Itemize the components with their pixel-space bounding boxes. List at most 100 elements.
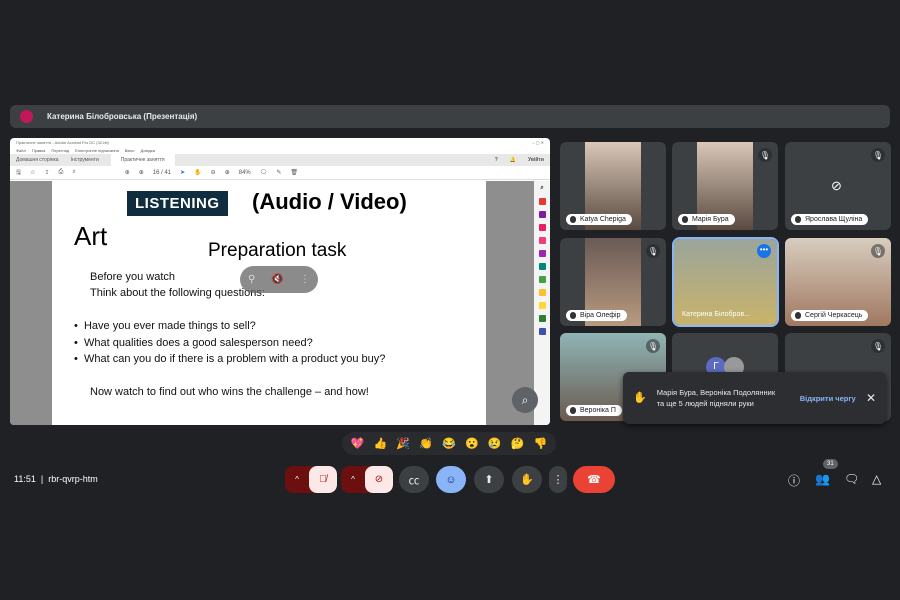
reaction-sad[interactable]: 😢 (488, 437, 502, 450)
present-button[interactable]: ⬆ (474, 466, 504, 493)
presentation-stage: Практичне заняття - Adobe Acrobat Pro DC… (10, 138, 550, 425)
more-options-icon[interactable]: ⋮ (300, 274, 310, 285)
people-icon[interactable]: 👥 (815, 472, 830, 486)
reaction-laugh[interactable]: 😂 (442, 437, 456, 450)
participant-tile[interactable]: 🎙 Марія Бура (672, 142, 778, 230)
save-icon[interactable]: 🖫 (16, 168, 21, 178)
meeting-info: 11:51 | rbr-qvrp-htm (14, 474, 98, 484)
participant-name: Сергій Черкасець (791, 310, 869, 321)
reaction-thumbs-up[interactable]: 👍 (373, 437, 387, 450)
participant-tile-speaking[interactable]: ••• Катерина Білобров... (672, 237, 779, 327)
signin-button[interactable]: Увійти (528, 157, 544, 163)
delete-icon[interactable]: 🗑 (290, 169, 298, 176)
activities-icon[interactable]: △ (872, 472, 881, 486)
bullet-text: What can you do if there is a problem wi… (83, 353, 386, 365)
camera-group: ^ ⊘ (341, 466, 393, 493)
page-indicator[interactable]: 16 / 41 (153, 170, 171, 176)
participant-tile[interactable]: 🎙 Віра Олефір (560, 238, 666, 326)
more-options-icon[interactable]: ••• (757, 244, 771, 258)
close-icon[interactable]: ✕ (866, 392, 876, 404)
pdf-tool-icon[interactable] (538, 198, 546, 205)
participant-name: Вероніка П (566, 405, 622, 416)
unpin-icon[interactable]: ⚲ (248, 274, 255, 285)
hand-icon[interactable]: ✋ (194, 169, 201, 176)
pen-icon[interactable]: ✎ (276, 169, 281, 176)
video-options-chevron[interactable]: ^ (341, 466, 365, 493)
reaction-clap[interactable]: 👏 (419, 437, 433, 450)
slide-topic: Art (74, 221, 108, 251)
audio-options-chevron[interactable]: ^ (285, 466, 309, 493)
menu-sign[interactable]: Електронне підписання (75, 148, 119, 153)
prev-page-icon[interactable]: ⊕ (125, 169, 130, 176)
reactions-button[interactable]: ☺ (436, 466, 466, 493)
combine-tool-icon[interactable] (538, 211, 546, 218)
menu-edit[interactable]: Правка (32, 148, 46, 153)
acrobat-toolbar: 🖫 ☆ ⇪ ⎙ ⌕ ⊕ ⊕ 16 / 41 ➤ ✋ ⊖ ⊕ 84% 🗨 ✎ 🗑 (10, 166, 550, 180)
comment-icon[interactable]: 🗨 (260, 169, 268, 176)
zoom-in-button[interactable]: ⌕ (512, 387, 538, 413)
reaction-thumbs-down[interactable]: 👎 (534, 437, 548, 450)
menu-file[interactable]: Файл (16, 148, 26, 153)
more-options-button[interactable]: ⋮ (549, 466, 567, 493)
participant-tile[interactable]: 🎙 ⊘ Ярослава Щуліна (785, 142, 891, 230)
create-tool-icon[interactable] (538, 263, 546, 270)
zoom-level[interactable]: 84% (239, 170, 251, 176)
participant-name: Катерина Білобров... (682, 311, 750, 318)
presenter-label: Катерина Білобровська (Презентація) (47, 112, 198, 121)
acrobat-tabs: Домашня сторінка Інструменти Практичне з… (10, 154, 550, 166)
menu-window[interactable]: Вікно (125, 148, 135, 153)
zoom-icon[interactable]: ⌕ (540, 185, 543, 192)
captions-button[interactable]: ㏄ (399, 466, 429, 493)
reaction-heart[interactable]: 💖 (351, 437, 365, 450)
participant-tile[interactable]: 🎙 Сергій Черкасець (785, 238, 891, 326)
chat-icon[interactable]: 🗨 (844, 472, 859, 486)
participant-name: Katya Chepiga (566, 214, 632, 225)
upload-icon[interactable]: ⇪ (45, 169, 50, 176)
tab-tools[interactable]: Інструменти (71, 157, 99, 163)
export-tool-icon[interactable] (538, 237, 546, 244)
star-icon[interactable]: ☆ (30, 169, 35, 176)
slide-intro-2: Think about the following questions: (90, 287, 265, 299)
document-area: LISTENING (Audio / Video) Art Preparatio… (10, 181, 550, 425)
open-queue-button[interactable]: Відкрити чергу (800, 393, 856, 404)
reactions-bar: 💖 👍 🎉 👏 😂 😮 😢 🤔 👎 (342, 432, 556, 455)
raised-hand-icon: ✋ (633, 391, 647, 404)
menu-help[interactable]: Довідка (141, 148, 155, 153)
slide-page: LISTENING (Audio / Video) Art Preparatio… (52, 181, 486, 425)
tab-home[interactable]: Домашня сторінка (16, 157, 59, 163)
next-page-icon[interactable]: ⊕ (139, 169, 144, 176)
window-controls[interactable]: – ▢ ✕ (532, 140, 544, 145)
reaction-surprised[interactable]: 😮 (465, 437, 479, 450)
camera-toggle-button[interactable]: ⊘ (365, 466, 393, 493)
mute-icon[interactable]: 🔇 (271, 274, 283, 285)
fill-sign-icon[interactable] (538, 289, 546, 296)
info-icon[interactable]: ⓘ (788, 472, 800, 489)
reaction-thinking[interactable]: 🤔 (511, 437, 525, 450)
search-icon[interactable]: ⌕ (72, 169, 75, 176)
select-icon[interactable]: ➤ (180, 169, 185, 176)
raise-hand-button[interactable]: ✋ (512, 466, 542, 493)
raised-hands-notification: ✋ Марія Бура, Вероніка Подолянник та ще … (623, 372, 886, 424)
hand-icon (570, 312, 576, 319)
bell-icon[interactable]: 🔔 (510, 157, 516, 163)
mic-off-icon: 🎙 (871, 244, 885, 258)
comment-tool-icon[interactable] (538, 302, 546, 309)
print-tool-icon[interactable] (538, 315, 546, 322)
zoom-in-icon[interactable]: ⊕ (225, 169, 230, 176)
tab-document[interactable]: Практичне заняття (110, 154, 175, 166)
protect-tool-icon[interactable] (538, 328, 546, 335)
organize-tool-icon[interactable] (538, 224, 546, 231)
mic-toggle-button[interactable]: 🎙̸ (309, 466, 337, 493)
menu-view[interactable]: Перегляд (51, 148, 69, 153)
compare-tool-icon[interactable] (538, 276, 546, 283)
zoom-out-icon[interactable]: ⊖ (211, 169, 216, 176)
print-icon[interactable]: ⎙ (59, 169, 64, 176)
help-icon[interactable]: ? (495, 157, 498, 163)
participant-tile[interactable]: Katya Chepiga (560, 142, 666, 230)
hand-icon (570, 216, 576, 223)
clock: 11:51 (14, 474, 36, 484)
edit-tool-icon[interactable] (538, 250, 546, 257)
reaction-party[interactable]: 🎉 (396, 437, 410, 450)
leave-call-button[interactable]: ☎ (573, 466, 615, 493)
name-text: Віра Олефір (580, 312, 621, 319)
